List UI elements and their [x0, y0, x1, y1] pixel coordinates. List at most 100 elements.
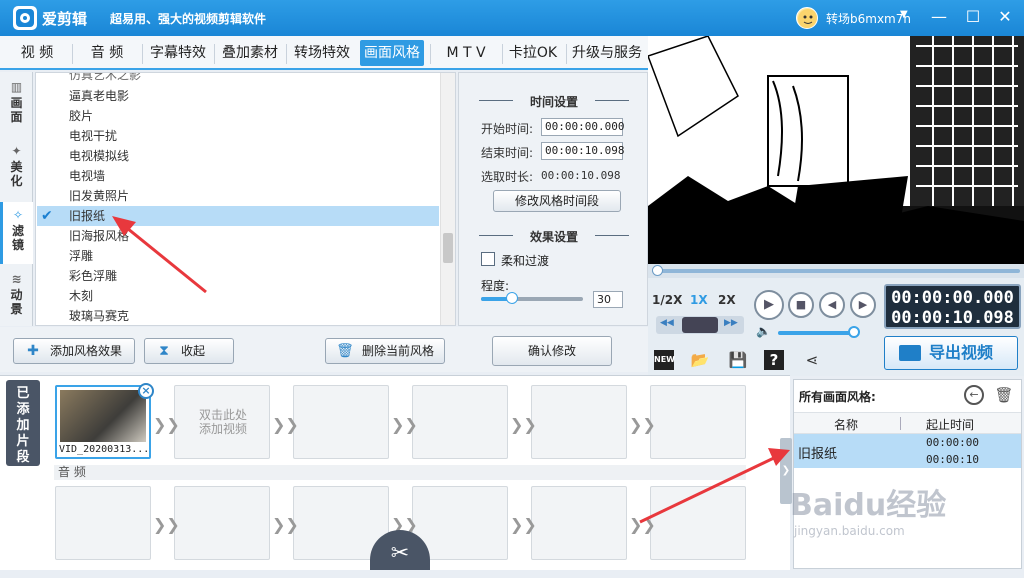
table-row[interactable]: 旧报纸 00:00:00 00:00:10	[794, 434, 1021, 468]
action-bar: ✚ 添加风格效果 ⧗ 收起 🗑 删除当前风格 确认修改	[0, 327, 648, 372]
added-clips-label: 已添加片段	[6, 380, 40, 466]
style-row-start: 00:00:00	[926, 436, 979, 449]
progress-knob[interactable]	[652, 265, 663, 276]
list-item[interactable]: 彩色浮雕	[37, 266, 439, 286]
user-dropdown-icon[interactable]: ▼	[900, 9, 908, 20]
video-clip[interactable]: VID_20200313...	[55, 385, 151, 459]
chevron-icon: ❯❯	[510, 515, 537, 534]
list-item[interactable]: 逼真老电影	[37, 86, 439, 106]
nav-beautify[interactable]: ✦ 美化	[0, 138, 33, 200]
remove-clip-icon[interactable]: ×	[138, 383, 154, 399]
tab-upgrade-service[interactable]: 升级与服务	[569, 40, 645, 66]
modify-style-time-button[interactable]: 修改风格时间段	[493, 190, 621, 212]
help-icon[interactable]: ?	[764, 350, 784, 370]
nav-filter[interactable]: ✧ 滤镜	[0, 202, 33, 264]
trash-icon[interactable]: 🗑	[994, 385, 1014, 405]
stop-button[interactable]: ■	[788, 292, 814, 318]
tab-mtv[interactable]: M T V	[434, 40, 498, 66]
fast-forward-icon[interactable]: ▶▶	[724, 318, 738, 328]
jog-wheel[interactable]: ◀◀ ▶▶	[656, 316, 744, 334]
list-item[interactable]: 电视墙	[37, 166, 439, 186]
volume-slider[interactable]	[778, 331, 858, 335]
volume-knob[interactable]	[848, 326, 860, 338]
list-scrollbar[interactable]	[440, 73, 455, 325]
jog-knob[interactable]	[682, 317, 718, 333]
collapse-button[interactable]: ⧗ 收起	[144, 338, 234, 364]
tab-video[interactable]: 视 频	[6, 40, 68, 66]
speed-1x-button[interactable]: 1X	[690, 293, 708, 307]
open-folder-icon[interactable]: 📂	[690, 350, 710, 370]
empty-clip-slot[interactable]	[293, 385, 389, 459]
empty-audio-slot[interactable]	[650, 486, 746, 560]
degree-value-field[interactable]: 30	[593, 291, 623, 308]
smooth-transition-label: 柔和过渡	[501, 254, 550, 268]
empty-audio-slot[interactable]	[55, 486, 151, 560]
delete-current-style-button[interactable]: 🗑 删除当前风格	[325, 338, 445, 364]
play-button[interactable]: ▶	[754, 290, 784, 320]
list-category-header[interactable]: 仿真艺术之影	[37, 73, 439, 85]
minimize-button[interactable]: —	[928, 6, 950, 28]
start-time-field[interactable]: 00:00:00.000	[541, 118, 624, 136]
user-avatar[interactable]	[796, 7, 818, 29]
added-clips-text: 已添加片段	[16, 386, 30, 465]
rewind-icon[interactable]: ◀◀	[660, 318, 674, 328]
end-time-field[interactable]: 00:00:10.098	[541, 142, 624, 160]
tab-karaoke[interactable]: 卡拉OK	[505, 40, 561, 66]
maximize-button[interactable]: ☐	[962, 6, 984, 28]
watermark-main: Baidu经验	[790, 488, 947, 523]
degree-slider[interactable]	[481, 292, 583, 304]
speed-2x-button[interactable]: 2X	[718, 293, 736, 307]
empty-clip-slot[interactable]	[650, 385, 746, 459]
list-item[interactable]: 电视模拟线	[37, 146, 439, 166]
volume-icon[interactable]: 🔈	[756, 324, 771, 338]
list-item[interactable]: 旧海报风格	[37, 226, 439, 246]
main-tab-bar: 视 频 音 频 字幕特效 叠加素材 转场特效 画面风格 M T V 卡拉OK 升…	[0, 36, 648, 70]
tab-subtitle-effects[interactable]: 字幕特效	[146, 40, 210, 66]
progress-track[interactable]	[652, 269, 1020, 273]
empty-clip-slot[interactable]	[531, 385, 627, 459]
add-style-effect-button[interactable]: ✚ 添加风格效果	[13, 338, 135, 364]
chevron-icon: ❯❯	[629, 515, 656, 534]
next-frame-button[interactable]: ▶	[850, 292, 876, 318]
user-name[interactable]: 转场b6mxm7n	[826, 10, 911, 27]
title-bar: 爱剪辑 超易用、强大的视频剪辑软件 转场b6mxm7n ▼ — ☐ ✕	[0, 0, 1024, 36]
empty-audio-slot[interactable]	[531, 486, 627, 560]
video-preview[interactable]	[648, 36, 1024, 264]
close-button[interactable]: ✕	[994, 6, 1016, 28]
list-item[interactable]: 玻璃马赛克	[37, 306, 439, 325]
list-item[interactable]: 木刻	[37, 286, 439, 306]
chevron-icon: ❯❯	[153, 515, 180, 534]
smooth-transition-checkbox[interactable]	[481, 252, 495, 266]
tab-transition-effects[interactable]: 转场特效	[289, 40, 355, 66]
empty-clip-slot[interactable]	[412, 385, 508, 459]
time-settings-title: 时间设置	[459, 93, 649, 110]
empty-clip-slot[interactable]: 双击此处 添加视频	[174, 385, 270, 459]
confirm-modify-button[interactable]: 确认修改	[492, 336, 612, 366]
scrollbar-thumb[interactable]	[443, 233, 453, 263]
tab-divider	[502, 44, 503, 64]
degree-slider-knob[interactable]	[505, 292, 518, 304]
list-item[interactable]: 浮雕	[37, 246, 439, 266]
list-item[interactable]: 胶片	[37, 106, 439, 126]
list-item[interactable]: 电视干扰	[37, 126, 439, 146]
app-logo-icon	[13, 6, 37, 30]
previous-frame-button[interactable]: ◀	[819, 292, 845, 318]
speed-half-button[interactable]: 1/2X	[652, 293, 682, 307]
empty-audio-slot[interactable]	[174, 486, 270, 560]
tab-picture-style[interactable]: 画面风格	[360, 40, 424, 66]
nav-motion-scene[interactable]: ≋ 动景	[0, 266, 33, 328]
new-project-icon[interactable]: NEW	[654, 350, 675, 370]
list-item-selected[interactable]: ✔ 旧报纸	[37, 206, 439, 226]
export-video-button[interactable]: 导出视频	[884, 336, 1018, 370]
style-category-nav: ▥ 画面 ✦ 美化 ✧ 滤镜 ≋ 动景	[0, 72, 33, 326]
save-icon[interactable]: 💾	[728, 350, 748, 370]
tab-audio[interactable]: 音 频	[76, 40, 138, 66]
nav-picture[interactable]: ▥ 画面	[0, 74, 33, 136]
list-item[interactable]: 旧发黄照片	[37, 186, 439, 206]
applied-styles-header: 名称 起止时间	[794, 412, 1021, 434]
back-arrow-icon[interactable]: ←	[964, 385, 984, 405]
column-time-range: 起止时间	[926, 418, 975, 432]
playback-progress-bar[interactable]	[648, 264, 1024, 278]
tab-overlay-materials[interactable]: 叠加素材	[217, 40, 283, 66]
share-icon[interactable]: ⋖	[802, 350, 822, 370]
